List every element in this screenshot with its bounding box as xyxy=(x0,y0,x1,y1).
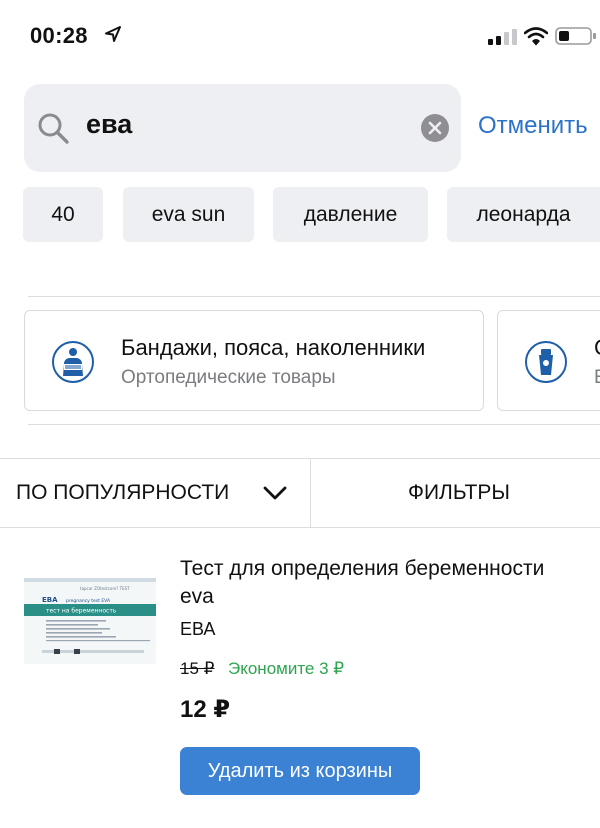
category-subtitle: Е xyxy=(594,367,600,389)
product-image-band-text: тест на беременность xyxy=(46,608,117,615)
filter-label: ФИЛЬТРЫ xyxy=(408,481,510,504)
signal-icon xyxy=(488,29,517,45)
category-title: С xyxy=(594,335,600,361)
category-card[interactable]: Бандажи, пояса, наколенники Ортопедическ… xyxy=(24,310,484,411)
old-price: 15 ₽ xyxy=(180,659,215,678)
sort-label: ПО ПОПУЛЯРНОСТИ xyxy=(16,481,230,504)
battery-icon xyxy=(555,27,596,45)
clear-icon[interactable] xyxy=(420,113,450,143)
suggestion-chip[interactable]: леонарда xyxy=(447,187,600,242)
product-image-brand: ЕВА xyxy=(42,596,58,604)
filter-button[interactable]: ФИЛЬТРЫ xyxy=(311,459,600,527)
divider xyxy=(28,424,600,425)
cancel-button[interactable]: Отменить xyxy=(478,112,588,140)
sort-button[interactable]: ПО ПОПУЛЯРНОСТИ xyxy=(0,459,310,527)
product-image[interactable]: tapcar ZOtestcom? TEST ЕВА pregnancy tes… xyxy=(24,578,156,664)
wifi-icon xyxy=(524,27,548,46)
search-icon xyxy=(38,113,69,144)
location-arrow-icon xyxy=(105,26,121,42)
category-card[interactable]: С Е xyxy=(497,310,600,411)
saving-text: Экономите 3 ₽ xyxy=(228,659,345,678)
orthopedic-icon xyxy=(52,341,94,383)
sort-filter-bar: ПО ПОПУЛЯРНОСТИ ФИЛЬТРЫ xyxy=(0,458,600,528)
category-subtitle: Ортопедические товары xyxy=(121,367,336,388)
status-time: 00:28 xyxy=(30,23,88,48)
product-image-subtitle: pregnancy test EVA xyxy=(66,598,111,604)
suggestion-chip[interactable]: давление xyxy=(273,187,428,242)
chevron-down-icon xyxy=(263,486,287,500)
remove-from-cart-button[interactable]: Удалить из корзины xyxy=(180,747,420,795)
suggestion-chip[interactable]: eva sun xyxy=(123,187,254,242)
suggestion-chip[interactable]: 40 xyxy=(23,187,103,242)
price: 12 ₽ xyxy=(180,696,231,723)
divider xyxy=(28,296,600,297)
product-image-top-text: tapcar ZOtestcom? TEST xyxy=(80,586,130,591)
search-field[interactable]: ева xyxy=(24,84,461,172)
product-title[interactable]: Тест для определения беременности eva xyxy=(180,555,580,611)
sunscreen-icon xyxy=(525,341,567,383)
category-title: Бандажи, пояса, наколенники xyxy=(121,335,426,360)
product-brand: ЕВА xyxy=(180,619,216,639)
search-input[interactable]: ева xyxy=(86,109,132,140)
status-bar: 00:28 xyxy=(0,0,600,76)
